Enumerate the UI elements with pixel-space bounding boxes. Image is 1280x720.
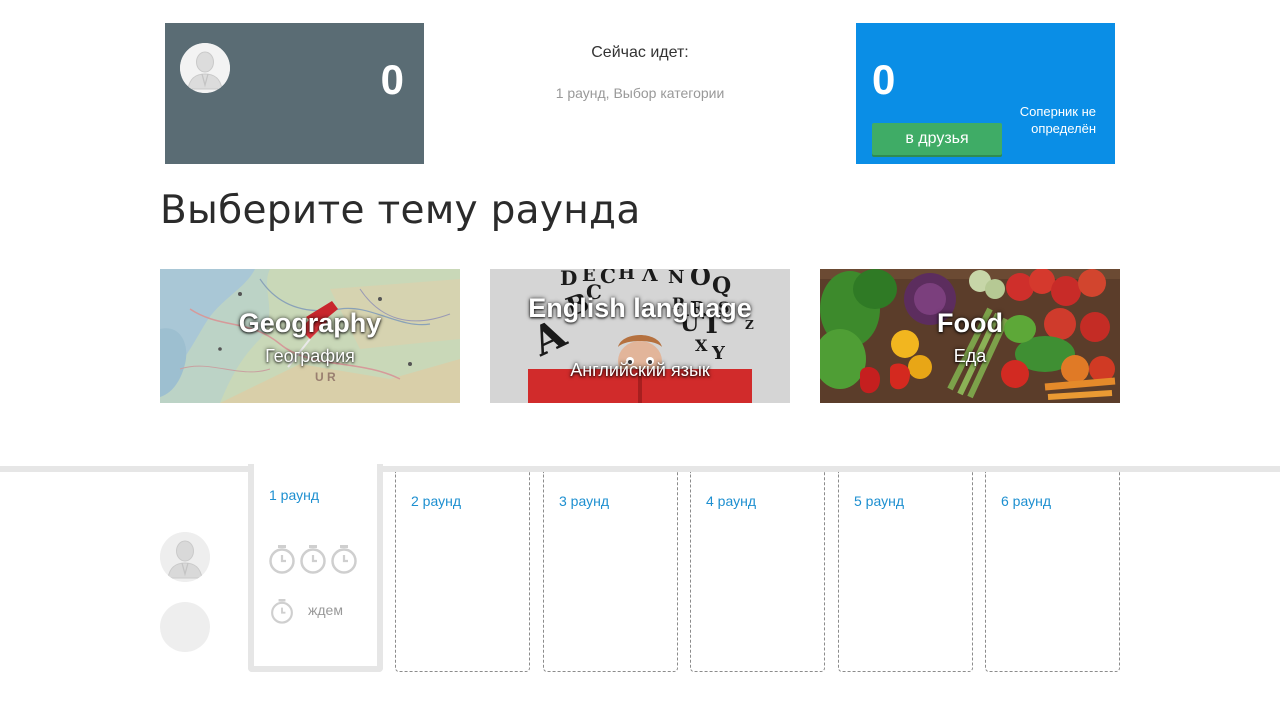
stopwatch-icon [271, 599, 293, 624]
round-state-text: 1 раунд, Выбор категории [555, 85, 725, 101]
category-tile-english[interactable]: D E C H Λ N O Q S R P T U X Y Z A B C En… [490, 269, 790, 403]
svg-text:D: D [560, 269, 577, 290]
svg-text:N: N [668, 269, 684, 288]
round-label[interactable]: 5 раунд [854, 493, 904, 509]
category-title: English language [528, 293, 752, 323]
user-silhouette-icon [160, 532, 210, 582]
stopwatch-icon [300, 545, 326, 574]
add-friend-button[interactable]: в друзья [872, 123, 1002, 155]
player-score: 0 [380, 56, 404, 103]
round-column-1: 1 раунд ждем [248, 464, 383, 672]
category-tile-geography[interactable]: U R Geography География [160, 269, 460, 403]
round-label[interactable]: 2 раунд [411, 493, 461, 509]
category-title: Geography [238, 308, 382, 338]
svg-text:C: C [600, 269, 616, 288]
now-playing-label: Сейчас идет: [591, 44, 689, 61]
svg-text:X: X [695, 336, 708, 355]
stopwatch-icon [269, 545, 295, 574]
opponent-status-text: Соперник не определён [1019, 104, 1096, 136]
stopwatch-icon [331, 545, 357, 574]
round-label[interactable]: 3 раунд [559, 493, 609, 509]
opponent-avatar-placeholder [160, 602, 210, 652]
letters-reader-image: D E C H Λ N O Q S R P T U X Y Z A B C [490, 269, 790, 403]
svg-text:O: O [690, 269, 711, 291]
round-column-6: 6 раунд [985, 472, 1120, 672]
round-label[interactable]: 6 раунд [1001, 493, 1051, 509]
svg-text:H: H [618, 269, 635, 284]
player-avatar-small [160, 532, 210, 582]
category-title: Food [937, 308, 1003, 338]
round-column-4: 4 раунд [690, 472, 825, 672]
category-subtitle: Еда [953, 346, 987, 366]
round-column-2: 2 раунд [395, 472, 530, 672]
category-subtitle: География [265, 346, 355, 366]
waiting-status: ждем [308, 602, 343, 618]
user-silhouette-icon [180, 43, 230, 93]
round-column-5: 5 раунд [838, 472, 973, 672]
opponent-score-panel: 0 в друзья Соперник не определён [856, 23, 1115, 164]
category-tile-food[interactable]: Food Еда [820, 269, 1120, 403]
opponent-score: 0 [872, 56, 896, 103]
page-title: Выберите тему раунда [160, 188, 641, 233]
player-avatar [180, 43, 230, 93]
round-label[interactable]: 4 раунд [706, 493, 756, 509]
round-label[interactable]: 1 раунд [269, 487, 319, 503]
round-column-3: 3 раунд [543, 472, 678, 672]
category-subtitle: Английский язык [570, 360, 710, 380]
player-score-panel: 0 [165, 23, 424, 164]
svg-text:Λ: Λ [641, 269, 658, 286]
svg-text:U R: U R [315, 370, 336, 384]
